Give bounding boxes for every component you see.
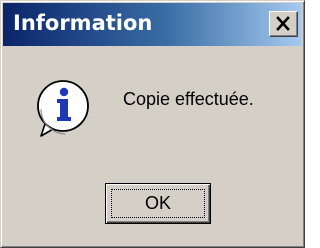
close-button[interactable] — [269, 11, 298, 37]
message-text: Copie effectuée. — [123, 89, 254, 109]
info-icon — [37, 80, 92, 137]
ok-button-label: OK — [144, 193, 171, 213]
close-icon — [276, 16, 290, 31]
window-title: Information — [13, 11, 153, 35]
ok-button[interactable]: OK — [105, 183, 211, 224]
information-dialog: Information Copie effectuée. OK — [0, 0, 305, 248]
title-bar[interactable]: Information — [3, 3, 302, 46]
